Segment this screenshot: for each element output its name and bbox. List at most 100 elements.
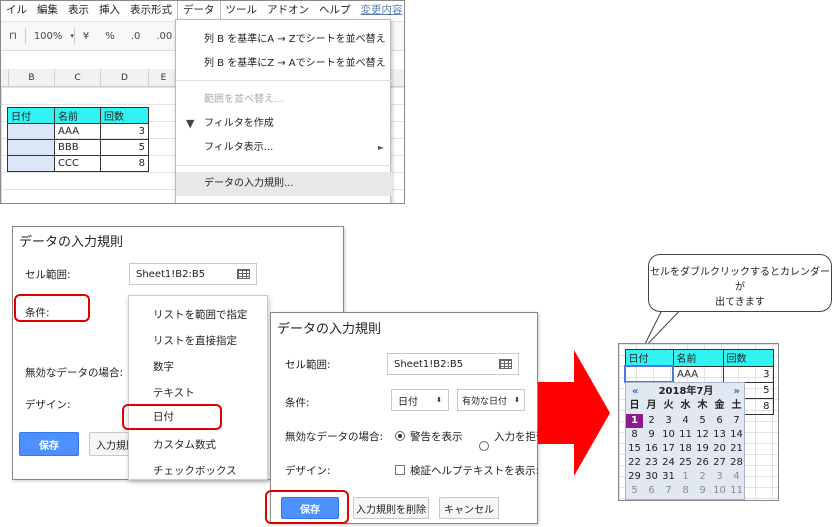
calendar-day[interactable]: 5 (626, 484, 643, 498)
filter-views-item[interactable]: フィルタ表示... ► (176, 136, 392, 160)
menu-insert[interactable]: 挿入 (94, 1, 125, 19)
header-count[interactable]: 回数 (100, 107, 149, 124)
option-checkbox[interactable]: チェックボックス (129, 458, 269, 484)
calendar-day[interactable]: 4 (728, 470, 745, 484)
calendar-day[interactable]: 30 (643, 470, 660, 484)
option-list-from-range[interactable]: リストを範囲で指定 (129, 302, 269, 328)
calendar-day[interactable]: 4 (677, 414, 694, 428)
select-range-icon[interactable] (499, 359, 512, 369)
criteria-condition-select[interactable]: 有効な日付 ⬍ (457, 389, 525, 411)
count-cell[interactable]: 3 (722, 365, 774, 383)
calendar-day[interactable]: 26 (694, 456, 711, 470)
header-date[interactable]: 日付 (7, 107, 55, 124)
date-cell[interactable] (7, 155, 55, 172)
active-date-cell[interactable] (624, 365, 674, 383)
calendar-day[interactable]: 6 (711, 414, 728, 428)
last-edit-link[interactable]: 変更内容 (356, 1, 405, 19)
date-cell[interactable] (7, 139, 55, 156)
cancel-button[interactable]: キャンセル (439, 497, 499, 519)
select-range-icon[interactable] (237, 269, 250, 279)
calendar-day[interactable]: 17 (660, 442, 677, 456)
calendar-day[interactable]: 22 (626, 456, 643, 470)
count-cell[interactable]: 5 (100, 139, 149, 156)
calendar-day[interactable]: 27 (711, 456, 728, 470)
range-input[interactable]: Sheet1!B2:B5 (129, 263, 257, 285)
date-cell[interactable] (7, 123, 55, 140)
calendar-day[interactable]: 12 (694, 428, 711, 442)
header-name[interactable]: 名前 (672, 349, 724, 367)
currency-button[interactable]: ¥ (75, 31, 97, 42)
count-cell[interactable]: 8 (100, 155, 149, 172)
criteria-type-select[interactable]: 日付 ⬍ (391, 389, 449, 411)
help-text-checkbox[interactable] (395, 465, 405, 475)
percent-button[interactable]: % (97, 31, 123, 42)
calendar-day[interactable]: 3 (660, 414, 677, 428)
calendar-day[interactable]: 28 (728, 456, 745, 470)
calendar-day[interactable]: 2 (694, 470, 711, 484)
calendar-day[interactable]: 11 (677, 428, 694, 442)
menu-format[interactable]: 表示形式 (125, 1, 177, 19)
calendar-day[interactable]: 14 (728, 428, 745, 442)
menu-addons[interactable]: アドオン (262, 1, 314, 19)
calendar-day[interactable]: 21 (728, 442, 745, 456)
calendar-day[interactable]: 18 (677, 442, 694, 456)
column-header-c[interactable]: C (55, 69, 101, 86)
calendar-day-selected[interactable]: 1 (626, 414, 643, 428)
calendar-day[interactable]: 5 (694, 414, 711, 428)
save-button[interactable]: 保存 (19, 432, 79, 456)
menu-edit[interactable]: 編集 (32, 1, 63, 19)
sort-a-z-item[interactable]: 列 B を基準にA → Zでシートを並べ替え (176, 28, 392, 52)
paint-format-icon[interactable]: ⊓ (1, 31, 25, 42)
column-header-d[interactable]: D (101, 69, 149, 86)
reject-input-radio[interactable] (479, 441, 489, 451)
calendar-day[interactable]: 6 (643, 484, 660, 498)
option-text[interactable]: テキスト (129, 380, 269, 406)
calendar-day[interactable]: 13 (711, 428, 728, 442)
calendar-day[interactable]: 10 (711, 484, 728, 498)
sort-z-a-item[interactable]: 列 B を基準にZ → Aでシートを並べ替え (176, 52, 392, 76)
name-cell[interactable]: BBB (54, 139, 101, 156)
range-input[interactable]: Sheet1!B2:B5 (387, 353, 519, 375)
calendar-day[interactable]: 8 (626, 428, 643, 442)
column-header-b[interactable]: B (9, 69, 55, 86)
zoom-select[interactable]: 100% (26, 31, 71, 42)
sort-range-item[interactable]: 範囲を並べ替え... (176, 88, 392, 112)
name-cell[interactable]: AAA (672, 365, 724, 383)
calendar-day[interactable]: 15 (626, 442, 643, 456)
calendar-day[interactable]: 25 (677, 456, 694, 470)
option-number[interactable]: 数字 (129, 354, 269, 380)
option-list-of-items[interactable]: リストを直接指定 (129, 328, 269, 354)
menu-data[interactable]: データ (177, 1, 221, 20)
calendar-day[interactable]: 29 (626, 470, 643, 484)
count-cell[interactable]: 3 (100, 123, 149, 140)
show-warning-radio[interactable] (395, 431, 405, 441)
calendar-day[interactable]: 7 (660, 484, 677, 498)
calendar-day[interactable]: 19 (694, 442, 711, 456)
header-name[interactable]: 名前 (54, 107, 101, 124)
calendar-day[interactable]: 2 (643, 414, 660, 428)
calendar-day[interactable]: 10 (660, 428, 677, 442)
remove-validation-button[interactable]: 入力規則を削除 (353, 497, 429, 519)
decrease-decimal-button[interactable]: .0 (123, 31, 149, 42)
option-custom-formula[interactable]: カスタム数式 (129, 432, 269, 458)
calendar-day[interactable]: 7 (728, 414, 745, 428)
name-cell[interactable]: AAA (54, 123, 101, 140)
calendar-day[interactable]: 20 (711, 442, 728, 456)
header-date[interactable]: 日付 (624, 349, 674, 367)
next-month-button[interactable]: » (734, 385, 740, 399)
calendar-day[interactable]: 1 (677, 470, 694, 484)
create-filter-item[interactable]: ▼ フィルタを作成 (176, 112, 392, 136)
name-cell[interactable]: CCC (54, 155, 101, 172)
calendar-day[interactable]: 16 (643, 442, 660, 456)
calendar-day[interactable]: 9 (694, 484, 711, 498)
header-count[interactable]: 回数 (722, 349, 774, 367)
calendar-day[interactable]: 3 (711, 470, 728, 484)
calendar-day[interactable]: 24 (660, 456, 677, 470)
menu-view[interactable]: 表示 (63, 1, 94, 19)
calendar-day[interactable]: 9 (643, 428, 660, 442)
calendar-day[interactable]: 8 (677, 484, 694, 498)
menu-file[interactable]: イル (1, 1, 32, 19)
menu-tools[interactable]: ツール (221, 1, 263, 19)
calendar-day[interactable]: 11 (728, 484, 745, 498)
calendar-day[interactable]: 23 (643, 456, 660, 470)
